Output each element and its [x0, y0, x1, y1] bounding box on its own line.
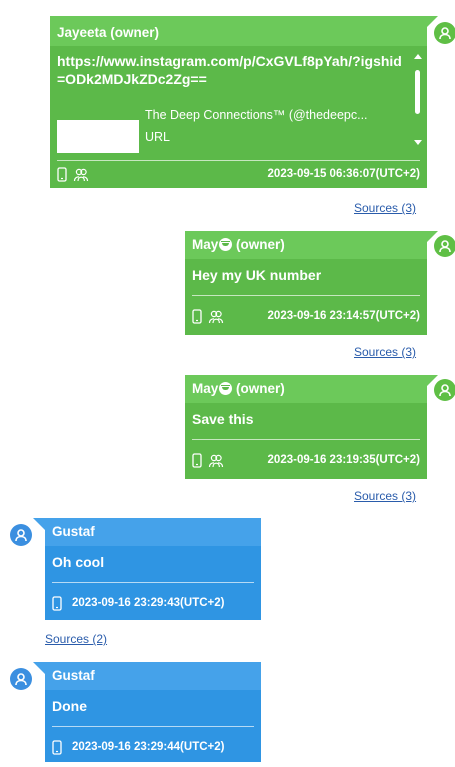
- message-link[interactable]: https://www.instagram.com/p/CxGVLf8pYah/…: [50, 46, 427, 94]
- message-text: Oh cool: [52, 554, 105, 570]
- message-footer: 2023-09-16 23:29:43(UTC+2): [45, 583, 261, 623]
- message-footer: 2023-09-16 23:29:44(UTC+2): [45, 727, 261, 767]
- sources-link[interactable]: Sources (2): [45, 632, 107, 646]
- message-footer: 2023-09-15 06:36:07(UTC+2): [50, 161, 427, 187]
- phone-icon: [52, 595, 62, 611]
- phone-icon: [52, 739, 62, 755]
- sources-link[interactable]: Sources (3): [354, 489, 416, 503]
- message-bubble[interactable]: May (owner) Save this 2023-09-16 23:19:3…: [185, 375, 427, 479]
- sender-name: May (owner): [185, 375, 427, 403]
- message-timestamp: 2023-09-16 23:14:57(UTC+2): [267, 310, 420, 322]
- smiley-emoji-icon: [219, 238, 233, 251]
- message-bubble[interactable]: Jayeeta (owner) https://www.instagram.co…: [50, 16, 427, 188]
- message-text: Save this: [192, 411, 254, 427]
- user-avatar-icon: [10, 668, 32, 690]
- sender-name: Gustaf: [45, 662, 261, 690]
- preview-title: The Deep Connections™ (@thedeepc...: [145, 108, 368, 122]
- sender-name: May (owner): [185, 231, 427, 259]
- sources-link[interactable]: Sources (3): [354, 345, 416, 359]
- message-timestamp: 2023-09-16 23:29:43(UTC+2): [72, 597, 225, 609]
- smiley-emoji-icon: [219, 382, 233, 395]
- phone-icon: [192, 452, 202, 468]
- message-footer: 2023-09-16 23:19:35(UTC+2): [185, 440, 427, 480]
- sender-name: Gustaf: [45, 518, 261, 546]
- sender-name: Jayeeta (owner): [50, 16, 427, 46]
- phone-icon: [192, 308, 202, 324]
- contacts-icon: [73, 167, 89, 182]
- message-text: Hey my UK number: [192, 267, 322, 283]
- message-timestamp: 2023-09-15 06:36:07(UTC+2): [267, 168, 420, 180]
- message-text: Done: [52, 698, 87, 714]
- message-bubble[interactable]: Gustaf Oh cool 2023-09-16 23:29:43(UTC+2…: [45, 518, 261, 620]
- contacts-icon: [208, 453, 224, 468]
- user-avatar-icon: [10, 524, 32, 546]
- message-timestamp: 2023-09-16 23:19:35(UTC+2): [267, 454, 420, 466]
- contacts-icon: [208, 309, 224, 324]
- message-footer: 2023-09-16 23:14:57(UTC+2): [185, 296, 427, 336]
- message-bubble[interactable]: May (owner) Hey my UK number 2023-09-16 …: [185, 231, 427, 335]
- link-preview[interactable]: The Deep Connections™ (@thedeepc... URL: [50, 100, 427, 158]
- phone-icon: [57, 166, 67, 182]
- sources-link[interactable]: Sources (3): [354, 201, 416, 215]
- message-timestamp: 2023-09-16 23:29:44(UTC+2): [72, 741, 225, 753]
- message-bubble[interactable]: Gustaf Done 2023-09-16 23:29:44(UTC+2): [45, 662, 261, 762]
- preview-url: URL: [145, 130, 171, 144]
- preview-thumbnail: [57, 120, 139, 153]
